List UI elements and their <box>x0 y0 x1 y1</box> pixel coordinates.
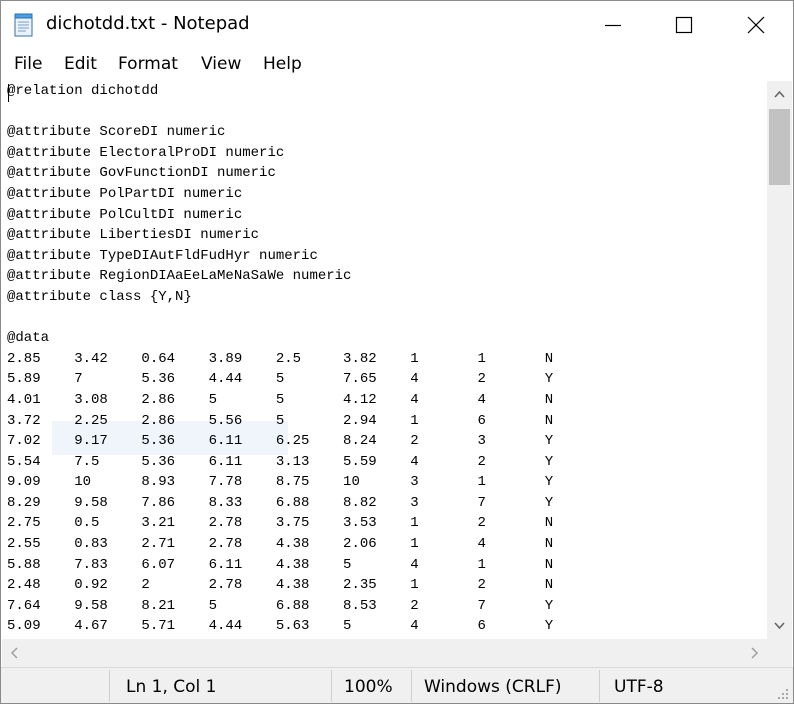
chevron-up-icon <box>774 90 785 98</box>
status-separator <box>411 670 412 702</box>
scrollbar-corner <box>767 639 792 667</box>
status-separator <box>109 670 110 702</box>
scroll-up-button[interactable] <box>767 81 792 107</box>
scroll-left-button[interactable] <box>2 639 28 667</box>
text-caret <box>8 84 9 102</box>
scroll-down-button[interactable] <box>767 613 792 639</box>
status-separator <box>599 670 600 702</box>
title-bar[interactable]: dichotdd.txt - Notepad <box>1 1 793 49</box>
chevron-down-icon <box>774 622 785 630</box>
menu-bar: File Edit Format View Help <box>1 49 793 81</box>
close-icon <box>747 16 765 34</box>
menu-file[interactable]: File <box>14 54 42 74</box>
scroll-right-button[interactable] <box>741 639 767 667</box>
status-separator <box>331 670 332 702</box>
minimize-button[interactable] <box>583 1 643 49</box>
zoom-level: 100% <box>344 677 393 697</box>
maximize-icon <box>675 16 693 34</box>
menu-edit[interactable]: Edit <box>64 54 97 74</box>
text-editor[interactable]: @relation dichotdd @attribute ScoreDI nu… <box>2 81 767 639</box>
menu-format[interactable]: Format <box>118 54 178 74</box>
vertical-scrollbar[interactable] <box>767 81 792 639</box>
encoding: UTF-8 <box>614 677 664 697</box>
menu-view[interactable]: View <box>201 54 241 74</box>
status-bar: Ln 1, Col 1 100% Windows (CRLF) UTF-8 <box>1 667 793 703</box>
chevron-right-icon <box>751 647 759 659</box>
chevron-left-icon <box>10 647 18 659</box>
maximize-button[interactable] <box>654 1 714 49</box>
window-title: dichotdd.txt - Notepad <box>46 13 250 34</box>
resize-grip-icon[interactable] <box>777 688 789 700</box>
line-ending: Windows (CRLF) <box>424 677 562 697</box>
minimize-icon <box>605 24 621 27</box>
vertical-scroll-thumb[interactable] <box>769 109 790 185</box>
cursor-position: Ln 1, Col 1 <box>126 677 217 697</box>
menu-help[interactable]: Help <box>263 54 302 74</box>
horizontal-scrollbar[interactable] <box>2 639 767 667</box>
close-button[interactable] <box>726 1 786 49</box>
notepad-icon <box>13 13 35 37</box>
notepad-window: dichotdd.txt - Notepad File Edit Format … <box>0 0 794 704</box>
document-text[interactable]: @relation dichotdd @attribute ScoreDI nu… <box>7 81 553 637</box>
